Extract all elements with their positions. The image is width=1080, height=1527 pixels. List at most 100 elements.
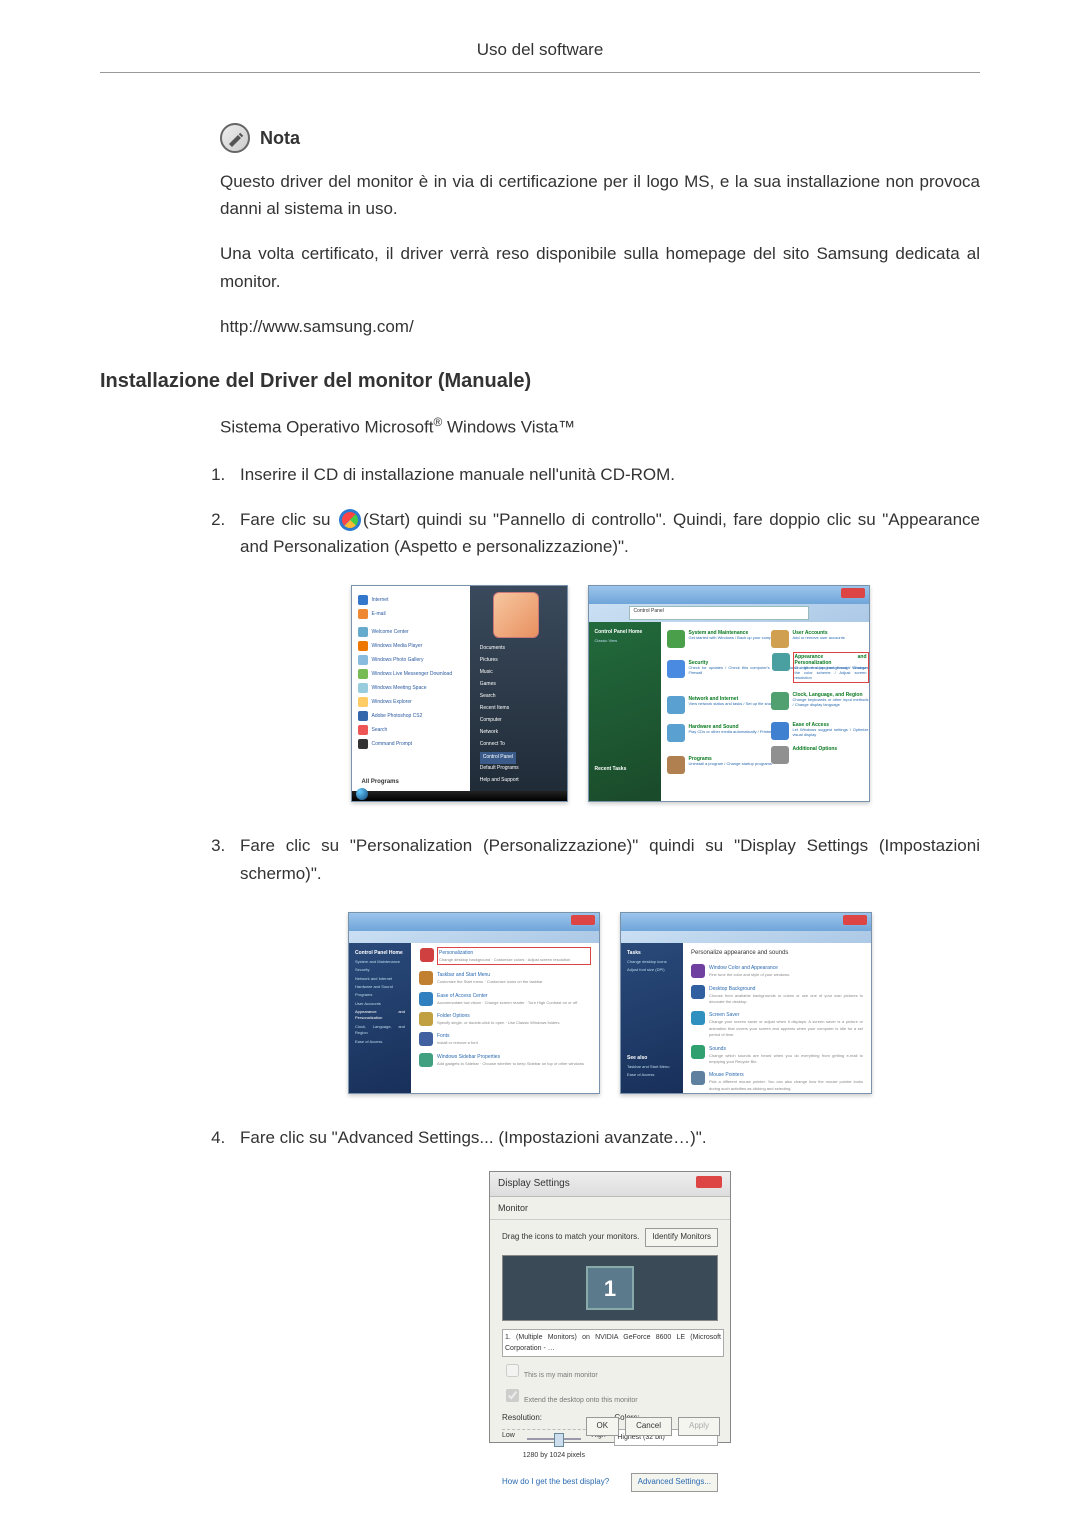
ds-slider-low: Low <box>502 1430 515 1441</box>
sm-right-item: Games <box>480 680 496 690</box>
sm-item: Windows Live Messenger Download <box>372 670 453 678</box>
pp-item: Sounds <box>709 1045 863 1053</box>
ds-advanced-button[interactable]: Advanced Settings... <box>631 1473 718 1492</box>
pp-item-sub: Choose from available backgrounds or col… <box>709 993 863 1006</box>
ap-item: Ease of Access Center <box>437 992 591 1000</box>
sm-item: Internet <box>372 596 389 604</box>
screenshot-appearance: Control Panel Home System and Maintenanc… <box>348 912 600 1094</box>
ap-item: Folder Options <box>437 1012 591 1020</box>
screenshot-control-panel: Control Panel Control Panel Home Classic… <box>588 585 870 802</box>
ap-left: Hardware and Sound <box>355 984 405 990</box>
note-icon <box>220 123 250 153</box>
ap-left: Programs <box>355 992 405 998</box>
pp-item: Mouse Pointers <box>709 1071 863 1079</box>
pp-item-sub: Fine tune the color and style of your wi… <box>709 972 863 978</box>
sm-right-item: Connect To <box>480 740 505 750</box>
step-3-text: Fare clic su "Personalization (Personali… <box>240 836 980 882</box>
cp-cat-sub: Add or remove user accounts <box>793 636 845 641</box>
sm-item: Welcome Center <box>372 628 409 636</box>
screenshot-personalize: Tasks Change desktop icons Adjust font s… <box>620 912 872 1094</box>
ds-tab-monitor: Monitor <box>490 1197 730 1220</box>
section-heading: Installazione del Driver del monitor (Ma… <box>100 370 980 393</box>
note-para-1: Questo driver del monitor è in via di ce… <box>220 168 980 222</box>
ds-chk-extend-input <box>506 1389 519 1402</box>
sm-right-item: Help and Support <box>480 776 519 786</box>
close-icon <box>571 915 595 925</box>
sm-right-item: Recent Items <box>480 704 509 714</box>
ds-chk-main: This is my main monitor <box>502 1361 718 1381</box>
ap-left: Ease of Access <box>355 1039 405 1045</box>
sm-right-item: Network <box>480 728 498 738</box>
sm-item: Adobe Photoshop CS2 <box>372 712 423 720</box>
cp-cat-sub: Change keyboards or other input methods … <box>793 698 869 708</box>
sm-start-button-icon <box>356 788 368 800</box>
step-2: Fare clic su (Start) quindi su "Pannello… <box>230 506 980 802</box>
screenshot-start-menu: Documents Pictures Music Games Search Re… <box>351 585 568 802</box>
close-icon <box>841 588 865 598</box>
ds-monitor-area: 1 <box>502 1255 718 1321</box>
sm-right-item: Default Programs <box>480 764 519 774</box>
ap-item-sub: Specify single- or double-click to open … <box>437 1020 591 1026</box>
ds-title: Display Settings <box>498 1176 570 1192</box>
cp-address: Control Panel <box>629 606 809 620</box>
note-block: Nota Questo driver del monitor è in via … <box>220 123 980 340</box>
pp-item-sub: Change which sounds are heard when you d… <box>709 1053 863 1066</box>
ds-identify-button[interactable]: Identify Monitors <box>645 1228 718 1247</box>
sm-right-item: Search <box>480 692 496 702</box>
ds-device-select[interactable]: 1. (Multiple Monitors) on NVIDIA GeForce… <box>502 1329 724 1357</box>
ap-item-sub: Customize the Start menu · Customize ico… <box>437 979 591 985</box>
step-4-text: Fare clic su "Advanced Settings... (Impo… <box>240 1128 707 1147</box>
screenshot-display-settings: Display Settings Monitor Drag the icons … <box>489 1171 731 1443</box>
ds-drag-text: Drag the icons to match your monitors. <box>502 1231 639 1244</box>
cp-recent: Recent Tasks <box>595 765 655 773</box>
pp-left: Taskbar and Start Menu <box>627 1064 677 1070</box>
pp-item: Screen Saver <box>709 1011 863 1019</box>
pp-left-head: Tasks <box>627 949 677 957</box>
ds-monitor-icon[interactable]: 1 <box>586 1266 634 1310</box>
ap-left-active: Appearance and Personalization <box>355 1009 405 1022</box>
sm-right-item: Pictures <box>480 656 498 666</box>
note-para-2: Una volta certificato, il driver verrà r… <box>220 240 980 294</box>
ap-left: Clock, Language, and Region <box>355 1024 405 1037</box>
sm-item: Windows Explorer <box>372 698 412 706</box>
sm-item: Windows Media Player <box>372 642 423 650</box>
step-4: Fare clic su "Advanced Settings... (Impo… <box>230 1124 980 1443</box>
ap-left: Control Panel Home <box>355 949 405 957</box>
cp-cat-sub: Uninstall a program / Change startup pro… <box>689 762 772 767</box>
sm-item: Command Prompt <box>372 740 413 748</box>
os-suffix: Windows Vista™ <box>442 418 575 437</box>
note-url: http://www.samsung.com/ <box>220 313 980 340</box>
pp-item: Desktop Background <box>709 985 863 993</box>
pp-left: Change desktop icons <box>627 959 677 965</box>
sm-right-item: Music <box>480 668 493 678</box>
ap-item-hl: Personalization <box>439 949 589 957</box>
ds-chk-main-label: This is my main monitor <box>524 1372 598 1379</box>
cp-cat: Additional Options <box>793 746 838 752</box>
ap-left: Security <box>355 967 405 973</box>
os-line: Sistema Operativo Microsoft® Windows Vis… <box>220 413 980 441</box>
sm-all-programs: All Programs <box>362 778 399 788</box>
cp-left-item: Classic View <box>595 638 655 644</box>
ap-item-sub: Accommodate low vision · Change screen r… <box>437 1000 591 1006</box>
ap-item: Windows Sidebar Properties <box>437 1053 591 1061</box>
step-3: Fare clic su "Personalization (Personali… <box>230 832 980 1093</box>
ds-chk-extend: Extend the desktop onto this monitor <box>502 1386 718 1406</box>
page-header: Uso del software <box>100 40 980 73</box>
ap-item-sub: Install or remove a font <box>437 1040 591 1046</box>
os-prefix: Sistema Operativo Microsoft <box>220 418 434 437</box>
cp-left-head: Control Panel Home <box>595 628 655 636</box>
pp-item-sub: Pick a different mouse pointer. You can … <box>709 1079 863 1092</box>
pp-left-head: See also <box>627 1054 677 1062</box>
ds-resolution-value: 1280 by 1024 pixels <box>502 1450 606 1461</box>
cp-cat-sub: Change desktop background / Change the c… <box>795 666 867 680</box>
ap-left: Network and Internet <box>355 976 405 982</box>
cp-cat-sub: View network status and tasks / Set up f… <box>689 702 778 707</box>
ds-cancel-button[interactable]: Cancel <box>625 1417 672 1436</box>
ds-help-link[interactable]: How do I get the best display? <box>502 1476 609 1489</box>
ds-ok-button[interactable]: OK <box>586 1417 620 1436</box>
ap-item-sub: Change desktop background · Customize co… <box>439 957 589 963</box>
pp-item: Window Color and Appearance <box>709 964 863 972</box>
ds-apply-button: Apply <box>678 1417 720 1436</box>
sm-item: E-mail <box>372 610 386 618</box>
ds-chk-main-input <box>506 1364 519 1377</box>
